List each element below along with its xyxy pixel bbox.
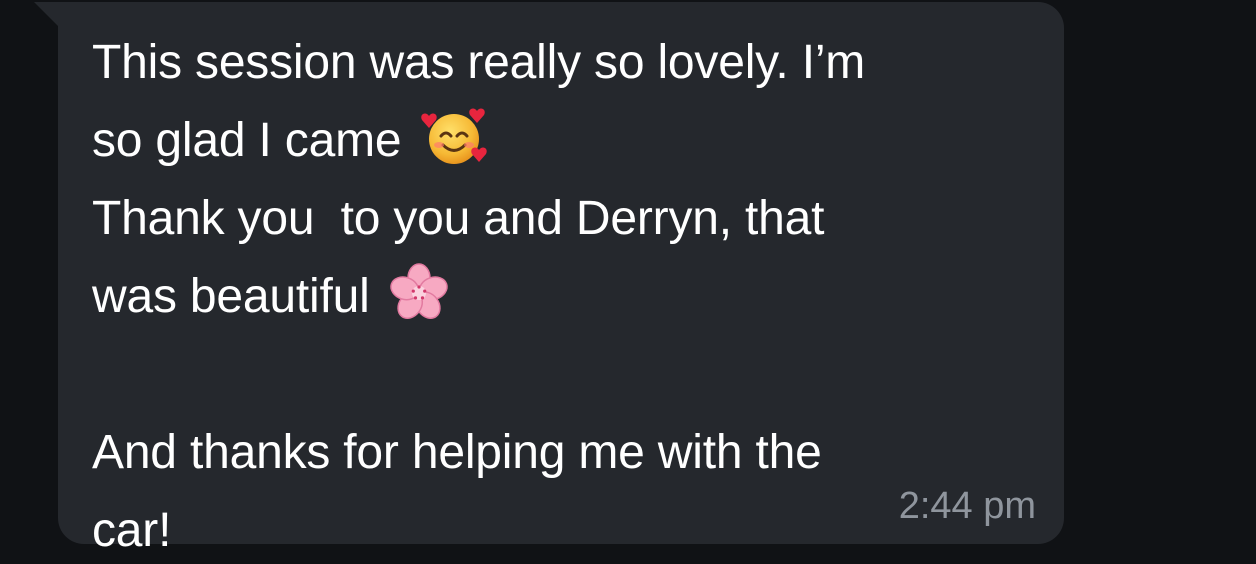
- cherry-blossom-icon: [389, 263, 448, 320]
- message-bubble-tail: [34, 2, 60, 28]
- message-text: This session was really so lovely. I’m s…: [92, 24, 1012, 564]
- message-line-text: so glad I came: [92, 114, 402, 167]
- message-line-text: car!: [92, 504, 172, 557]
- message-line-text: was beautiful: [92, 270, 370, 323]
- message-line-text: And thanks for helping me with the: [92, 426, 822, 479]
- message-line: was beautiful: [92, 258, 1012, 336]
- message-line-text: Thank you to you and Derryn, that: [92, 192, 825, 245]
- message-line: car!: [92, 492, 1012, 564]
- incoming-message-bubble[interactable]: This session was really so lovely. I’m s…: [58, 2, 1064, 557]
- message-timestamp: 2:44 pm: [898, 485, 1036, 527]
- message-line: This session was really so lovely. I’m: [92, 24, 1012, 102]
- message-line: so glad I came: [92, 102, 1012, 180]
- message-line: Thank you to you and Derryn, that: [92, 180, 1012, 258]
- message-line: And thanks for helping me with the: [92, 414, 1012, 492]
- smiling-face-with-hearts-icon: [421, 108, 488, 165]
- chat-screen: This session was really so lovely. I’m s…: [0, 0, 1256, 564]
- message-line-text: This session was really so lovely. I’m: [92, 36, 866, 89]
